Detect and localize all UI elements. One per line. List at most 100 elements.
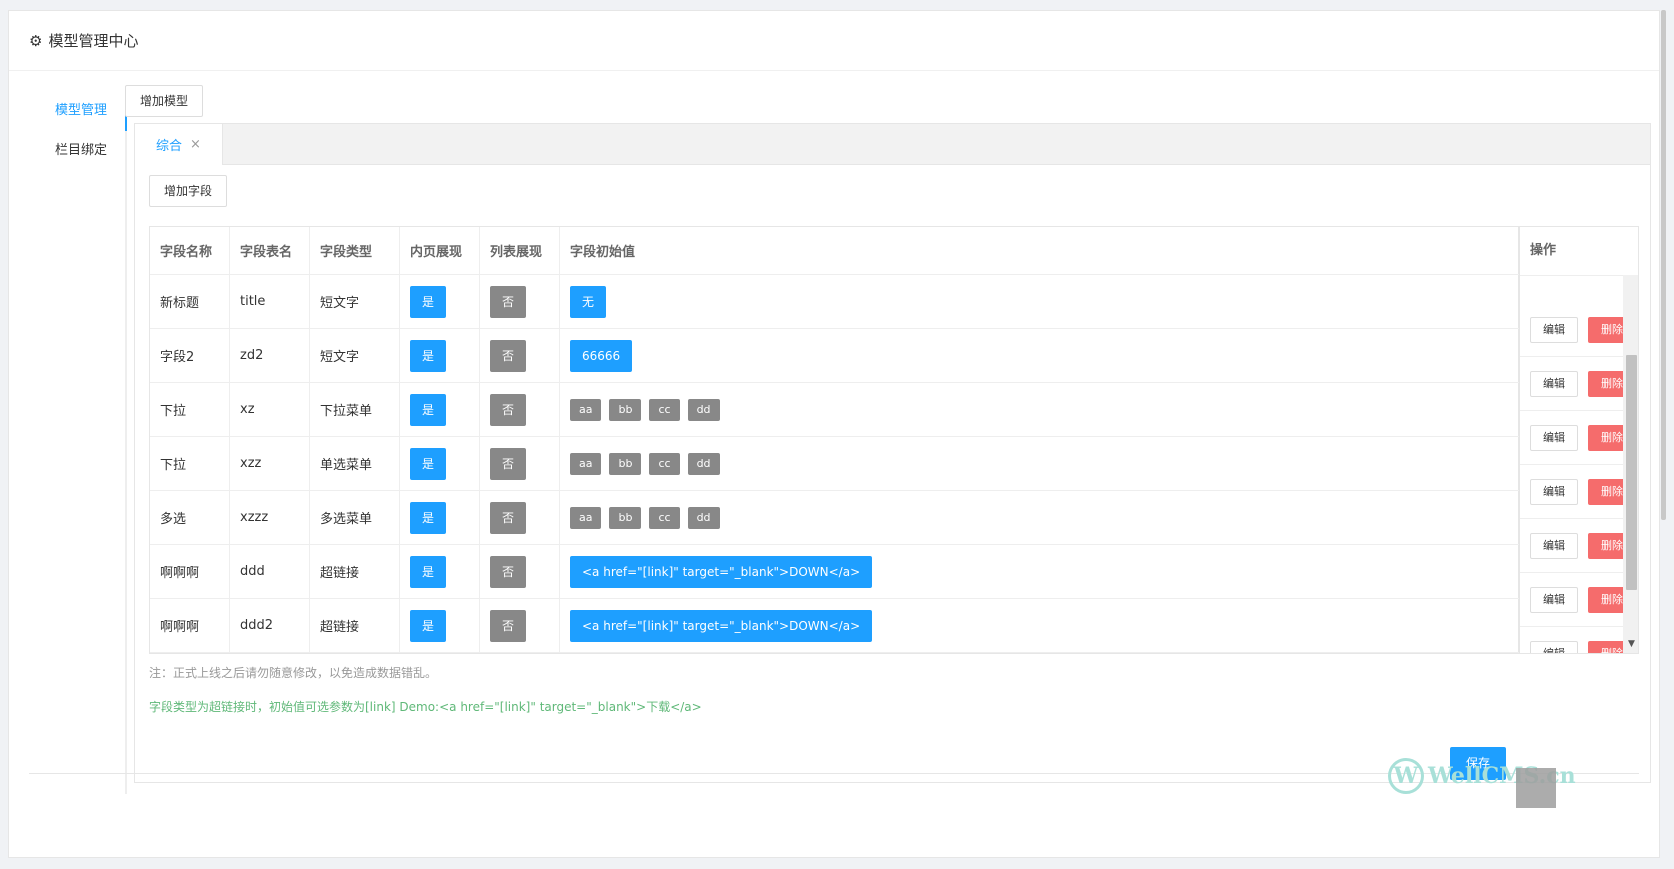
list-display-toggle[interactable]: 否 [490,555,527,588]
default-value-tag[interactable]: dd [687,452,720,475]
default-value-tag[interactable]: <a href="[link]" target="_blank">DOWN</a… [570,555,873,588]
card-header: ⚙ 模型管理中心 [9,11,1659,71]
list-display-toggle[interactable]: 否 [490,501,527,534]
default-values-cell: <a href="[link]" target="_blank">DOWN</a… [560,599,1519,652]
ops-row: 编辑 删除 [1520,519,1638,573]
table-row: 啊啊啊 ddd 超链接是 否 <a href="[link]" target="_bla… [150,545,1519,599]
default-value-tag[interactable]: cc [649,506,680,529]
table-row: 下拉 xz 下拉菜单是 否 aa bb cc dd [150,383,1519,437]
default-value-tag[interactable]: aa [570,506,602,529]
field-name: 下拉 [150,383,230,436]
wellcms-logo-icon: W [1388,758,1424,794]
scroll-down-icon[interactable]: ▼ [1628,639,1635,649]
ops-header: 操作 [1520,227,1638,276]
tab-bar: 综合 × [135,124,1650,165]
side-nav: 模型管理 栏目绑定 [9,91,127,794]
page-scrollbar[interactable] [1661,10,1666,520]
gear-icon: ⚙ [29,31,43,50]
field-type: 下拉菜单 [310,383,400,436]
field-table-name: zd2 [230,329,310,382]
list-display-toggle[interactable]: 否 [490,393,527,426]
default-values-cell: aa bb cc dd [560,437,1519,490]
tab-panel: 综合 × 增加字段 字段名称 字段表名 字段类型 内页展现 列表展现 字段初始值… [134,123,1651,783]
table-row: 多选 xzzz 多选菜单是 否 aa bb cc dd [150,491,1519,545]
model-center-card: ⚙ 模型管理中心 模型管理 栏目绑定 增加模型 综合 × 增加字段 字段名称 字… [8,10,1660,858]
list-display-toggle[interactable]: 否 [490,609,527,642]
field-name: 啊啊啊 [150,599,230,652]
inner-display-cell: 是 [400,599,480,652]
field-type: 多选菜单 [310,491,400,544]
sidebar-item-column-bind[interactable]: 栏目绑定 [9,131,125,171]
inner-display-toggle[interactable]: 是 [410,285,447,318]
hint-note: 字段类型为超链接时，初始值可选参数为[link] Demo:<a href="[… [149,700,702,714]
default-value-tag[interactable]: cc [649,398,680,421]
scrollbar-thumb[interactable] [1626,355,1637,590]
field-table-name: ddd2 [230,599,310,652]
default-value-tag[interactable]: dd [687,398,720,421]
default-values-cell: <a href="[link]" target="_blank">DOWN</a… [560,545,1519,598]
list-display-cell: 否 [480,545,560,598]
add-field-button[interactable]: 增加字段 [149,175,228,207]
field-type: 单选菜单 [310,437,400,490]
default-value-tag[interactable]: 无 [570,285,607,318]
field-type: 超链接 [310,599,400,652]
sidebar-item-model-manage[interactable]: 模型管理 [9,91,127,131]
list-display-cell: 否 [480,599,560,652]
ops-row: 编辑 删除 [1520,627,1638,653]
table-scrollbar[interactable]: ▼ [1623,275,1638,653]
default-value-tag[interactable]: aa [570,398,602,421]
inner-display-cell: 是 [400,491,480,544]
list-display-toggle[interactable]: 否 [490,339,527,372]
field-table-name: xzz [230,437,310,490]
edit-button[interactable]: 编辑 [1530,316,1578,343]
column-header: 字段类型 [310,227,400,274]
back-to-top-button[interactable] [1516,768,1556,808]
edit-button[interactable]: 编辑 [1530,424,1578,451]
default-value-tag[interactable]: <a href="[link]" target="_blank">DOWN</a… [570,609,873,642]
table-row: 下拉 xzz 单选菜单是 否 aa bb cc dd [150,437,1519,491]
default-value-tag[interactable]: bb [609,398,642,421]
ops-row: 编辑 删除 [1520,411,1638,465]
field-name: 多选 [150,491,230,544]
list-display-cell: 否 [480,275,560,328]
field-type: 短文字 [310,329,400,382]
list-display-cell: 否 [480,491,560,544]
edit-button[interactable]: 编辑 [1530,586,1578,613]
inner-display-toggle[interactable]: 是 [410,393,447,426]
add-model-button[interactable]: 增加模型 [125,85,204,117]
field-table-name: title [230,275,310,328]
list-display-toggle[interactable]: 否 [490,447,527,480]
edit-button[interactable]: 编辑 [1530,640,1578,653]
default-value-tag[interactable]: dd [687,506,720,529]
default-value-tag[interactable]: 66666 [570,339,633,372]
inner-display-toggle[interactable]: 是 [410,555,447,588]
default-value-tag[interactable]: cc [649,452,680,475]
column-header: 字段初始值 [560,227,1519,274]
default-values-cell: 66666 [560,329,1519,382]
list-display-cell: 否 [480,329,560,382]
ops-row: 编辑 删除 [1520,573,1638,627]
inner-display-toggle[interactable]: 是 [410,447,447,480]
list-display-toggle[interactable]: 否 [490,285,527,318]
table-row: 新标题 title 短文字是 否 无 [150,275,1519,329]
close-icon[interactable]: × [190,137,201,152]
ops-row: 编辑 删除 [1520,303,1638,357]
field-type: 短文字 [310,275,400,328]
ops-row: 编辑 删除 [1520,357,1638,411]
inner-display-toggle[interactable]: 是 [410,501,447,534]
field-name: 啊啊啊 [150,545,230,598]
edit-button[interactable]: 编辑 [1530,478,1578,505]
edit-button[interactable]: 编辑 [1530,532,1578,559]
default-values-cell: 无 [560,275,1519,328]
default-value-tag[interactable]: aa [570,452,602,475]
edit-button[interactable]: 编辑 [1530,370,1578,397]
field-table-name: ddd [230,545,310,598]
default-value-tag[interactable]: bb [609,452,642,475]
field-table-name: xzzz [230,491,310,544]
column-header: 字段名称 [150,227,230,274]
inner-display-toggle[interactable]: 是 [410,609,447,642]
default-value-tag[interactable]: bb [609,506,642,529]
tab-general[interactable]: 综合 × [135,124,223,165]
field-type: 超链接 [310,545,400,598]
inner-display-toggle[interactable]: 是 [410,339,447,372]
